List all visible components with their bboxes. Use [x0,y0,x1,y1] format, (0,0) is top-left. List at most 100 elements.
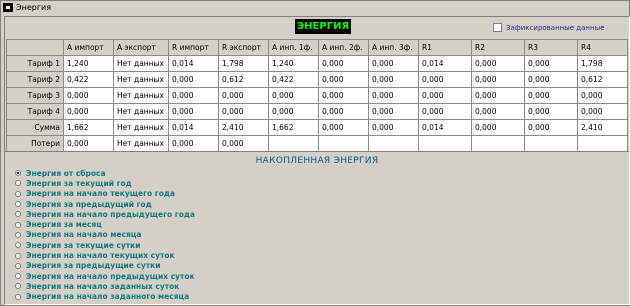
table-cell[interactable]: 0,000 [471,119,525,136]
table-cell[interactable]: 1,798 [577,55,628,72]
table-cell[interactable]: 0,612 [577,71,628,88]
title-bar[interactable]: Энергия [1,1,629,15]
accumulated-energy-title: НАКОПЛЕННАЯ ЭНЕРГИЯ [255,156,379,166]
table-cell[interactable]: 2,410 [577,119,628,136]
table-cell[interactable]: 0,000 [168,87,219,104]
table-cell[interactable]: Нет данных [113,135,169,152]
table-cell[interactable]: 0,000 [63,87,114,104]
table-cell[interactable]: 0,000 [63,135,114,152]
table-cell[interactable]: 0,000 [524,87,578,104]
radio-button-icon[interactable] [15,252,21,259]
table-cell[interactable]: 0,000 [168,103,219,120]
table-cell[interactable]: 0,000 [318,87,369,104]
table-cell[interactable]: 0,000 [471,87,525,104]
table-cell[interactable]: 0,000 [368,87,419,104]
table-cell[interactable]: 0,000 [318,103,369,120]
table-cell[interactable] [368,135,419,152]
table-cell[interactable]: 0,000 [471,71,525,88]
table-cell[interactable] [471,135,525,152]
radio-button-icon[interactable] [15,242,21,249]
table-cell[interactable]: 0,000 [418,71,472,88]
table-cell[interactable]: 0,000 [268,87,319,104]
table-cell[interactable]: 0,000 [471,103,525,120]
table-cell[interactable]: 0,000 [218,135,269,152]
table-cell[interactable]: 0,612 [218,71,269,88]
table-cell[interactable]: 1,662 [268,119,319,136]
energy-option-radio[interactable]: Энергия на начало текущего года [15,189,195,199]
table-cell[interactable]: 0,000 [218,103,269,120]
radio-button-icon[interactable] [15,262,21,269]
table-cell[interactable]: 0,422 [63,71,114,88]
table-cell[interactable]: 0,000 [218,87,269,104]
energy-table: А импорт А экспорт R импорт R экспорт А инп.… [6,39,628,152]
table-cell[interactable]: 0,000 [368,55,419,72]
energy-option-radio[interactable]: Энергия на начало предыдущих суток [15,271,195,281]
table-cell[interactable]: 0,000 [524,119,578,136]
table-cell[interactable]: 0,000 [524,71,578,88]
energy-option-radio[interactable]: Энергия на начало текущих суток [15,250,195,260]
radio-button-icon[interactable] [15,283,21,290]
fixed-data-checkbox[interactable]: Зафиксированные данные [493,23,604,32]
table-cell[interactable]: 0,000 [63,103,114,120]
table-cell[interactable]: 0,014 [168,55,219,72]
radio-button-icon[interactable] [15,231,21,238]
table-cell[interactable]: 0,422 [268,71,319,88]
table-cell[interactable]: 0,000 [318,119,369,136]
table-cell[interactable]: 0,000 [318,71,369,88]
energy-option-radio[interactable]: Энергия на начало предыдущего года [15,209,195,219]
fixed-data-checkbox-box[interactable] [493,23,502,32]
table-cell[interactable]: 0,000 [318,55,369,72]
table-cell[interactable]: Нет данных [113,119,169,136]
table-cell[interactable]: 0,000 [268,103,319,120]
energy-option-radio[interactable]: Энергия за текущие сутки [15,240,195,250]
table-cell[interactable]: 0,000 [577,103,628,120]
table-cell[interactable]: Нет данных [113,55,169,72]
table-cell[interactable]: 1,240 [63,55,114,72]
table-cell[interactable]: 0,000 [471,55,525,72]
table-cell[interactable] [418,135,472,152]
table-cell[interactable]: Нет данных [113,87,169,104]
table-cell[interactable]: 0,014 [168,119,219,136]
table-cell[interactable]: 0,000 [524,103,578,120]
energy-option-radio[interactable]: Энергия на начало заданных суток [15,281,195,291]
table-cell[interactable]: 0,000 [168,71,219,88]
table-cell[interactable] [577,135,628,152]
radio-button-icon[interactable] [15,211,21,218]
energy-window: Энергия ЭНЕРГИЯ Зафиксированные данные А… [0,0,630,306]
table-cell[interactable]: 0,000 [368,119,419,136]
table-cell[interactable]: 0,000 [418,87,472,104]
radio-button-icon[interactable] [15,180,21,187]
row-header: Тариф 3 [6,87,64,104]
radio-button-icon[interactable] [15,273,21,280]
radio-button-icon[interactable] [15,201,21,208]
table-cell[interactable]: 0,014 [418,55,472,72]
table-cell[interactable]: 0,014 [418,119,472,136]
energy-option-radio[interactable]: Энергия за месяц [15,219,195,229]
table-cell[interactable] [268,135,319,152]
energy-option-radio[interactable]: Энергия за предыдущие сутки [15,261,195,271]
energy-option-radio[interactable]: Энергия за текущий год [15,178,195,188]
row-header: Тариф 1 [6,55,64,72]
radio-button-icon[interactable] [15,190,21,197]
energy-option-radio[interactable]: Энергия на начало месяца [15,230,195,240]
energy-option-radio[interactable]: Энергия на начало заданного месяца [15,292,195,302]
table-cell[interactable] [318,135,369,152]
energy-option-radio[interactable]: Энергия от сброса [15,168,195,178]
table-cell[interactable]: 1,662 [63,119,114,136]
table-cell[interactable]: 0,000 [524,55,578,72]
table-cell[interactable]: 0,000 [368,103,419,120]
table-cell[interactable]: 1,798 [218,55,269,72]
radio-button-icon[interactable] [15,293,21,300]
radio-button-icon[interactable] [15,221,21,228]
table-cell[interactable]: 0,000 [368,71,419,88]
table-cell[interactable]: 1,240 [268,55,319,72]
table-cell[interactable]: 0,000 [168,135,219,152]
table-cell[interactable] [524,135,578,152]
energy-option-radio[interactable]: Энергия за предыдущий год [15,199,195,209]
table-cell[interactable]: 2,410 [218,119,269,136]
table-cell[interactable]: Нет данных [113,103,169,120]
radio-button-icon[interactable] [15,170,21,177]
table-cell[interactable]: 0,000 [577,87,628,104]
table-cell[interactable]: Нет данных [113,71,169,88]
table-cell[interactable]: 0,000 [418,103,472,120]
